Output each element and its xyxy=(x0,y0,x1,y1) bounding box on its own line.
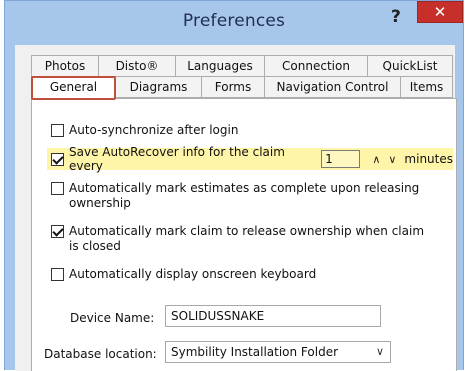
tab-general[interactable]: General xyxy=(31,76,116,99)
tab-languages[interactable]: Languages xyxy=(175,55,265,77)
mark-claim-checkbox[interactable] xyxy=(51,225,64,238)
autorecover-option: Save AutoRecover info for the claim ever… xyxy=(47,145,453,173)
device-name-label: Device Name: xyxy=(70,311,155,325)
auto-sync-label: Auto-synchronize after login xyxy=(69,123,239,137)
onscreen-keyboard-checkbox[interactable] xyxy=(51,268,64,281)
tab-row-back: Photos Disto® Languages Connection Quick… xyxy=(31,55,453,77)
dialog-client-area: Photos Disto® Languages Connection Quick… xyxy=(15,45,457,371)
chevron-down-icon[interactable]: ∨ xyxy=(384,153,400,166)
mark-claim-label: Automatically mark claim to release owne… xyxy=(69,224,425,253)
close-button[interactable]: ✕ xyxy=(417,1,463,23)
mark-claim-option[interactable]: Automatically mark claim to release owne… xyxy=(51,224,436,254)
tab-items[interactable]: Items xyxy=(400,76,453,98)
autorecover-unit: minutes xyxy=(404,152,453,166)
title-bar[interactable]: Preferences ? ✕ xyxy=(5,1,463,45)
autorecover-label: Save AutoRecover info for the claim ever… xyxy=(69,145,285,173)
tab-quicklist[interactable]: QuickList xyxy=(367,55,453,77)
autorecover-checkbox[interactable] xyxy=(51,152,64,166)
tab-forms[interactable]: Forms xyxy=(201,76,265,98)
tab-photos[interactable]: Photos xyxy=(31,55,99,77)
chevron-up-icon[interactable]: ∧ xyxy=(368,153,384,166)
tab-disto[interactable]: Disto® xyxy=(98,55,176,77)
interval-spinner: ∧ ∨ xyxy=(368,153,400,166)
database-location-label: Database location: xyxy=(44,347,157,361)
database-location-select[interactable]: Symbility Installation Folder ∨ xyxy=(165,341,391,363)
mark-estimates-label: Automatically mark estimates as complete… xyxy=(69,181,420,210)
tab-connection[interactable]: Connection xyxy=(264,55,368,77)
tab-navigation-control[interactable]: Navigation Control xyxy=(264,76,401,98)
database-location-value: Symbility Installation Folder xyxy=(171,345,339,359)
tab-diagrams[interactable]: Diagrams xyxy=(115,76,202,98)
mark-estimates-option[interactable]: Automatically mark estimates as complete… xyxy=(51,181,431,211)
mark-estimates-checkbox[interactable] xyxy=(51,182,64,195)
device-name-input[interactable]: SOLIDUSSNAKE xyxy=(165,305,381,327)
chevron-down-icon: ∨ xyxy=(375,345,384,358)
autorecover-interval-input[interactable]: 1 xyxy=(321,150,361,168)
onscreen-keyboard-option[interactable]: Automatically display onscreen keyboard xyxy=(51,267,316,282)
preferences-window: Preferences ? ✕ Photos Disto® Languages … xyxy=(4,0,464,371)
help-icon[interactable]: ? xyxy=(391,7,401,27)
auto-sync-checkbox[interactable] xyxy=(51,124,64,137)
onscreen-keyboard-label: Automatically display onscreen keyboard xyxy=(69,267,317,281)
tab-row-front: General Diagrams Forms Navigation Contro… xyxy=(31,76,453,99)
auto-sync-option[interactable]: Auto-synchronize after login xyxy=(51,123,238,138)
